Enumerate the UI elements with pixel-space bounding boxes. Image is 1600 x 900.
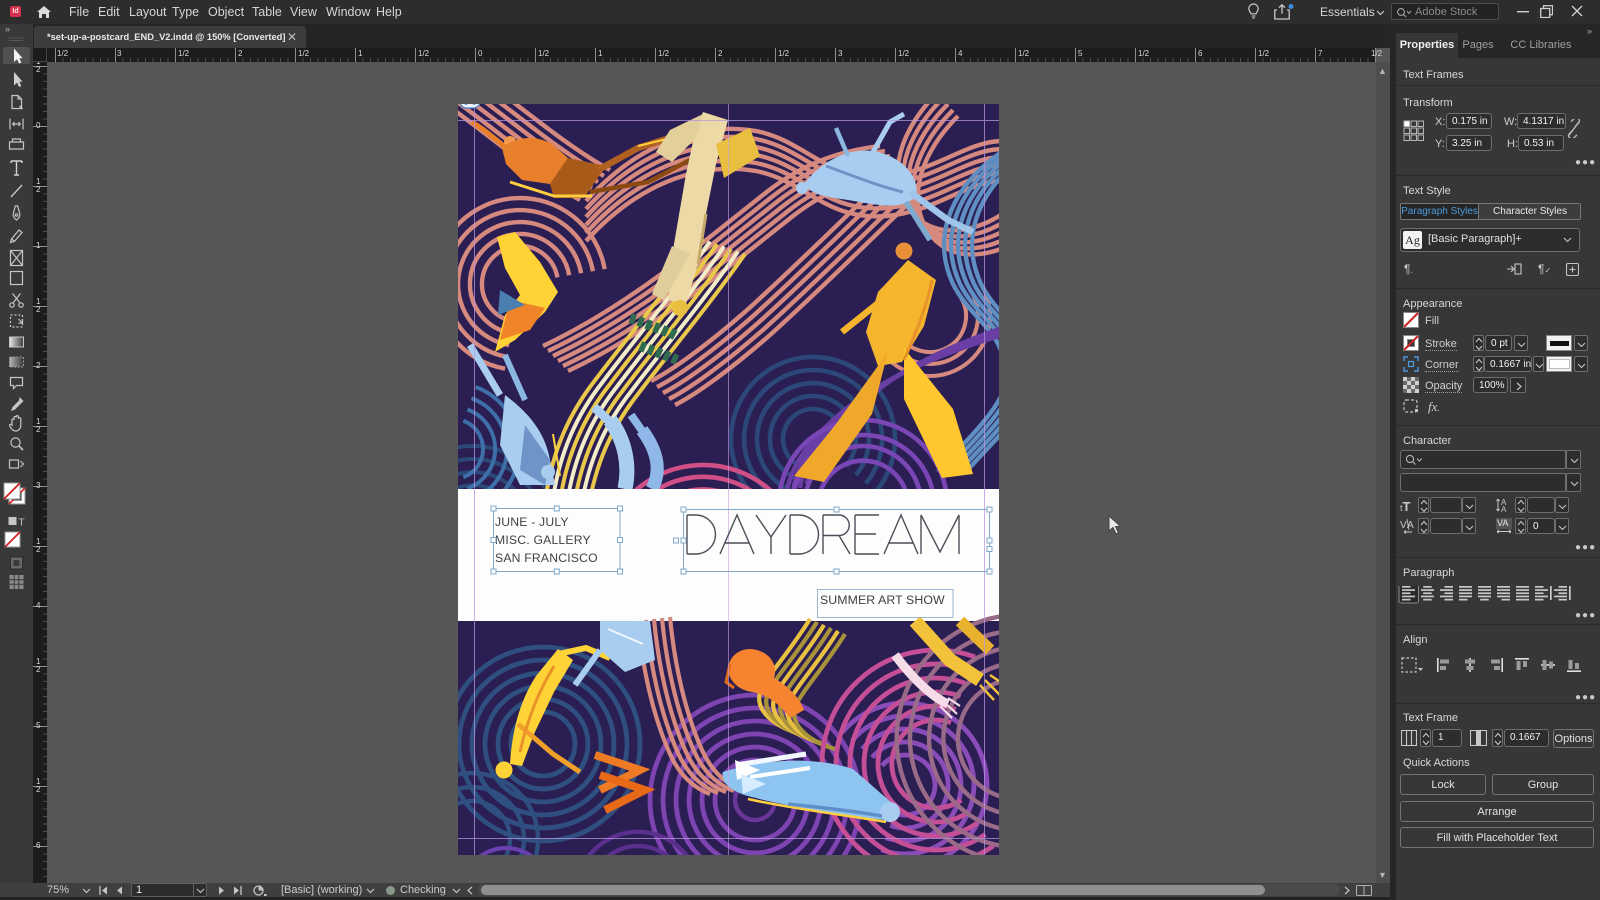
svg-text:JUNE - JULY: JUNE - JULY xyxy=(495,515,569,529)
svg-text:A: A xyxy=(1501,505,1507,513)
svg-text:»: » xyxy=(5,24,10,34)
svg-text:SAN FRANCISCO: SAN FRANCISCO xyxy=(495,551,598,565)
svg-text:MISC. GALLERY: MISC. GALLERY xyxy=(495,533,591,547)
svg-text:V: V xyxy=(1400,520,1407,531)
svg-text:SUMMER ART SHOW: SUMMER ART SHOW xyxy=(820,593,945,607)
svg-text:T: T xyxy=(19,518,25,529)
